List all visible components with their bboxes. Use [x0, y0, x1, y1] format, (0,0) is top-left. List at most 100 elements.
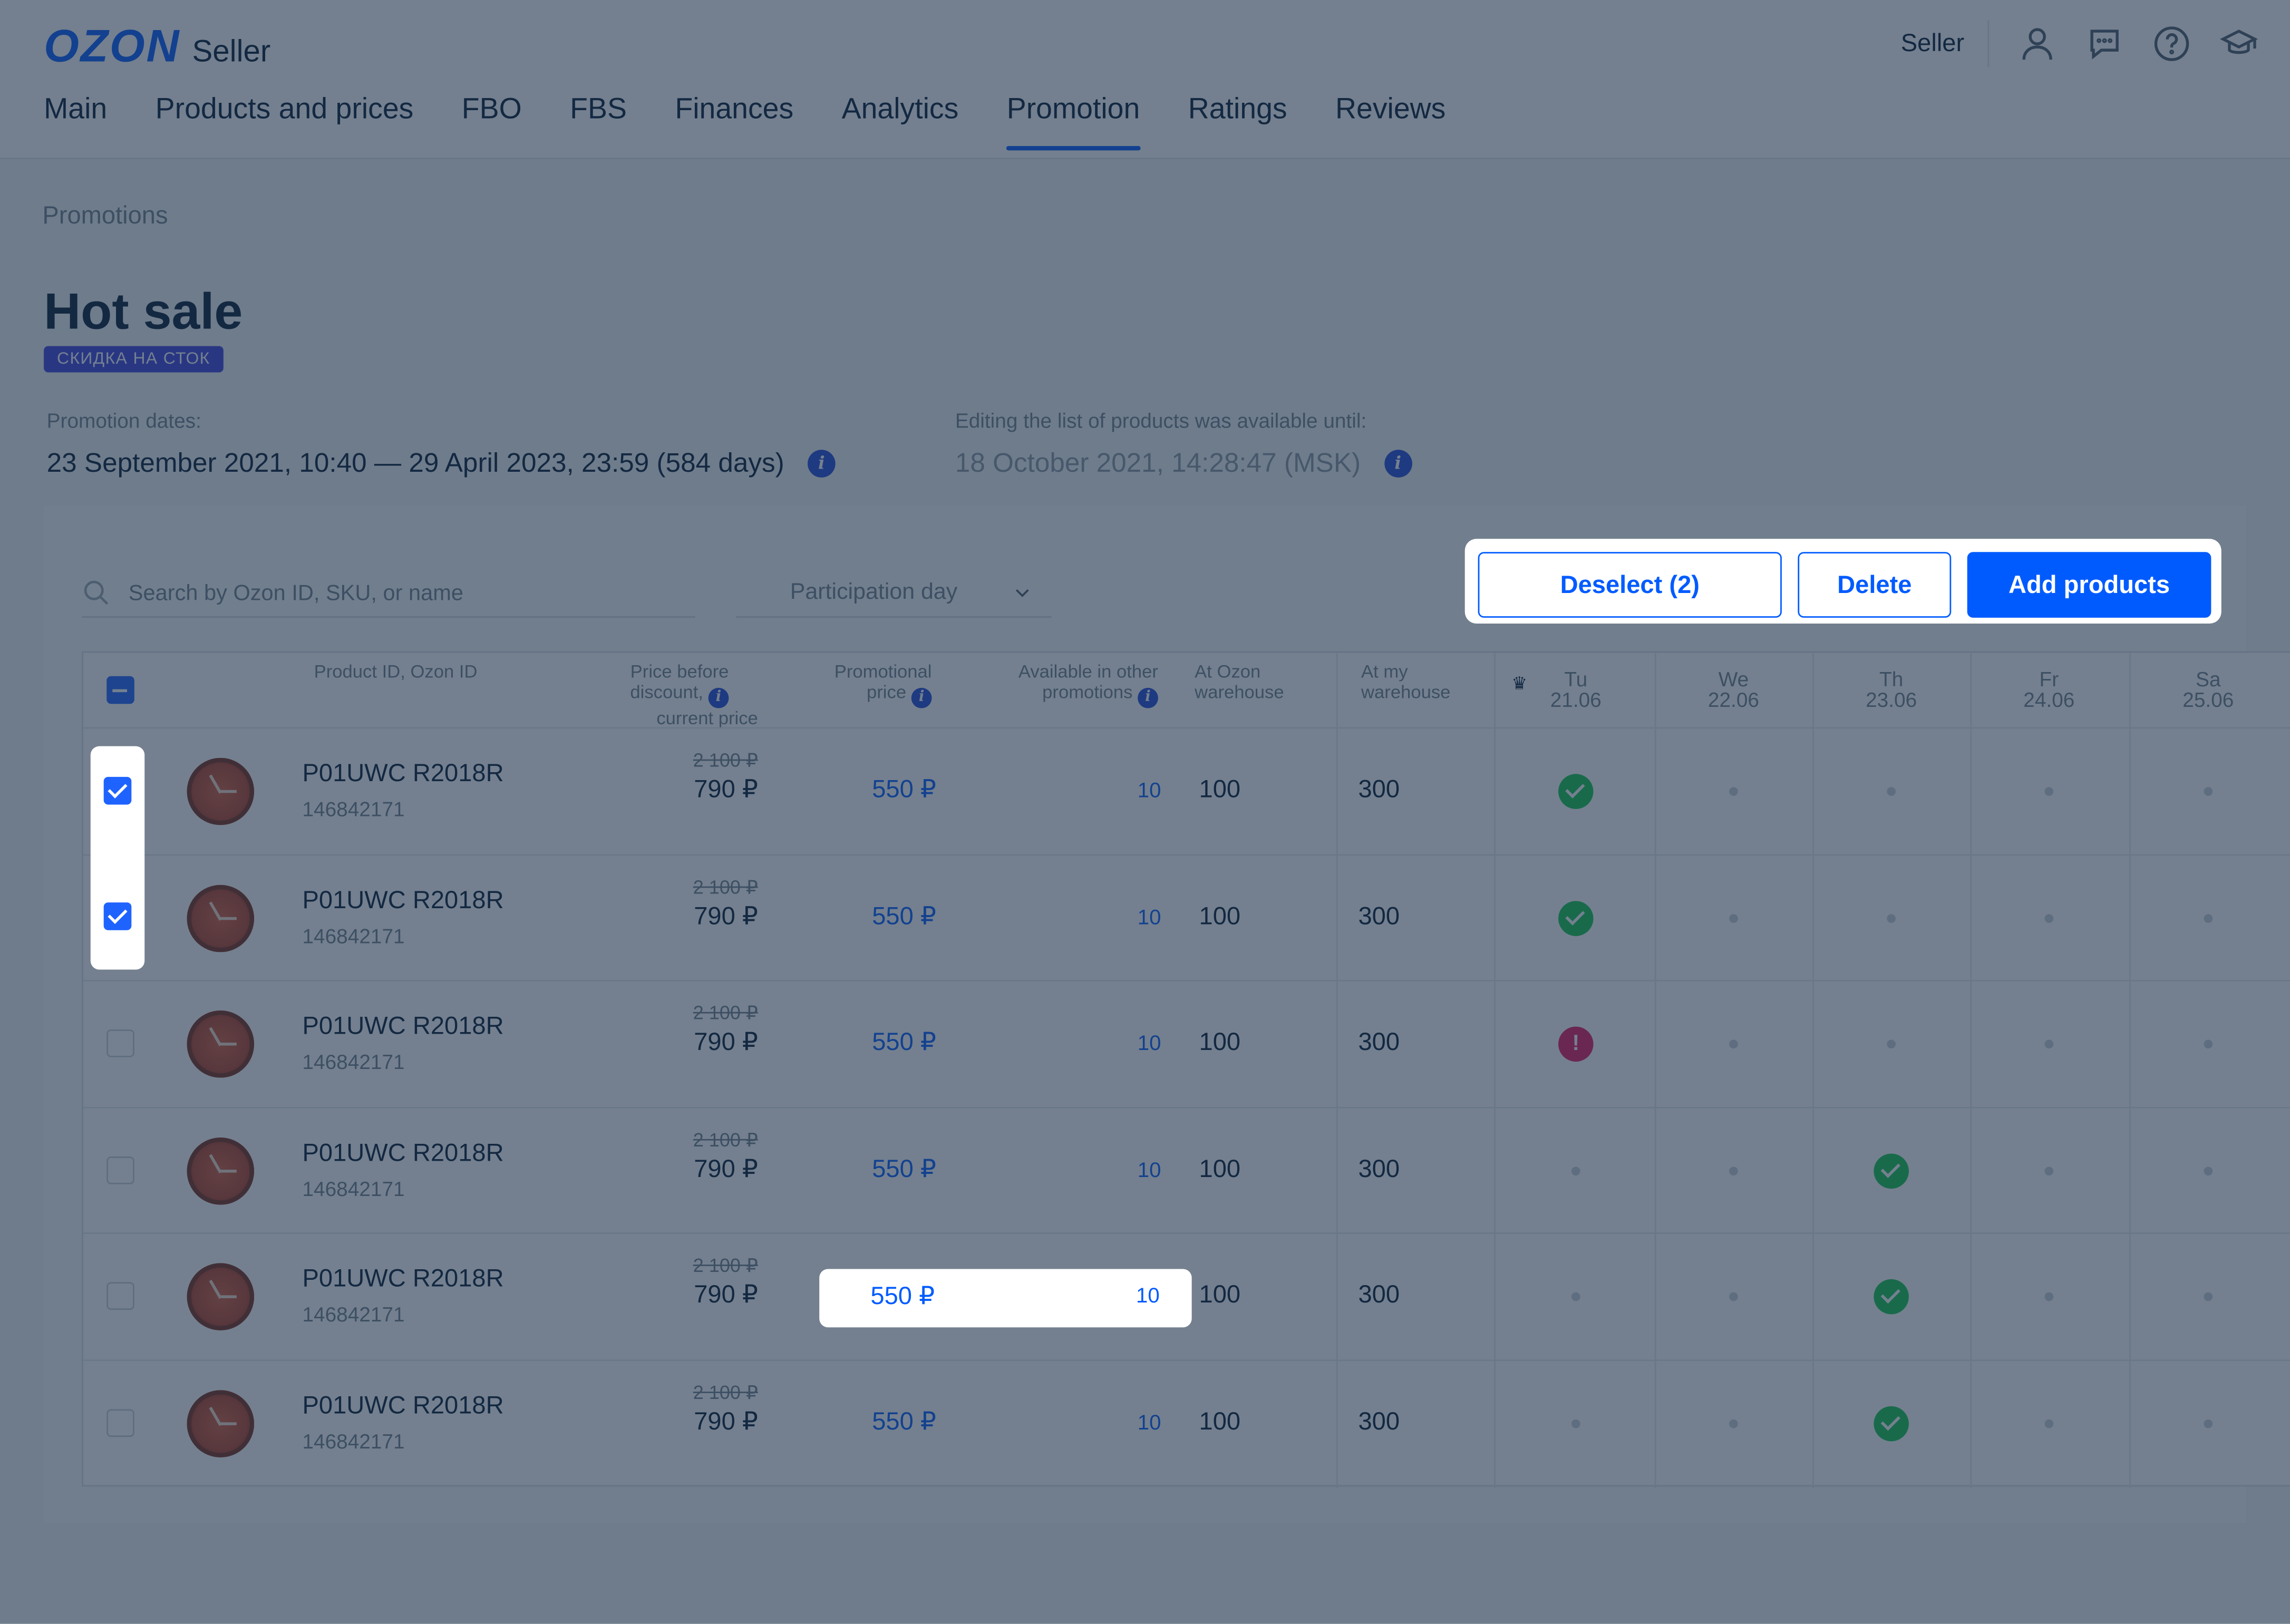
- promotional-price[interactable]: 550 ₽: [784, 775, 936, 804]
- check-circle-icon[interactable]: [1558, 900, 1594, 936]
- seller-account-name[interactable]: Seller: [1901, 20, 1990, 67]
- table-row[interactable]: P01UWC R2018R 146842171 2 100 ₽ 790 ₽ 550 ₽ 1…: [83, 727, 2290, 854]
- tab-promotion[interactable]: Promotion: [1006, 93, 1140, 151]
- row-checkbox[interactable]: [106, 1156, 134, 1184]
- table-row[interactable]: P01UWC R2018R 146842171 2 100 ₽ 790 ₽ 550 ₽ 1…: [83, 853, 2290, 981]
- education-icon[interactable]: [2220, 25, 2258, 63]
- empty-day-dot[interactable]: [1571, 1292, 1580, 1302]
- promotional-price[interactable]: 550 ₽: [784, 1028, 936, 1057]
- empty-day-dot[interactable]: [2044, 1166, 2054, 1175]
- product-name[interactable]: P01UWC R2018R: [302, 1392, 503, 1421]
- empty-day-dot[interactable]: [1571, 1166, 1580, 1175]
- deselect-button[interactable]: Deselect (2): [1478, 552, 1782, 618]
- empty-day-dot[interactable]: [2044, 787, 2054, 796]
- available-count[interactable]: 10: [959, 780, 1161, 803]
- check-circle-icon[interactable]: [1558, 774, 1594, 809]
- tab-products-and-prices[interactable]: Products and prices: [156, 93, 414, 148]
- empty-day-dot[interactable]: [2204, 913, 2213, 922]
- empty-day-dot[interactable]: [2044, 1292, 2054, 1302]
- available-count[interactable]: 10: [819, 1285, 1160, 1308]
- empty-day-dot[interactable]: [1887, 787, 1896, 796]
- tab-fbo[interactable]: FBO: [462, 93, 522, 148]
- empty-day-dot[interactable]: [1887, 913, 1896, 922]
- available-count[interactable]: 10: [959, 1033, 1161, 1056]
- header-price-before[interactable]: Price before discount, i current price: [580, 662, 758, 728]
- header-ozon-warehouse[interactable]: At Ozon warehouse: [1195, 662, 1284, 703]
- add-products-button[interactable]: Add products: [1967, 552, 2211, 618]
- promotional-price[interactable]: 550 ₽: [784, 1408, 936, 1437]
- tab-reviews[interactable]: Reviews: [1335, 93, 1445, 148]
- table-row[interactable]: P01UWC R2018R 146842171 2 100 ₽ 790 ₽ 550 ₽ 1…: [83, 980, 2290, 1107]
- product-name[interactable]: P01UWC R2018R: [302, 1012, 503, 1041]
- table-row[interactable]: P01UWC R2018R 146842171 2 100 ₽ 790 ₽ 550 ₽ 1…: [83, 1106, 2290, 1233]
- available-count[interactable]: 10: [959, 906, 1161, 929]
- check-circle-icon[interactable]: [1874, 1279, 1909, 1315]
- product-thumbnail[interactable]: [187, 884, 255, 952]
- empty-day-dot[interactable]: [2204, 1292, 2213, 1302]
- table-row[interactable]: P01UWC R2018R 146842171 2 100 ₽ 790 ₽ 550 ₽ 1…: [83, 1359, 2290, 1486]
- tab-finances[interactable]: Finances: [675, 93, 793, 148]
- empty-day-dot[interactable]: [1729, 1419, 1738, 1428]
- row-checkbox[interactable]: [106, 1029, 134, 1058]
- empty-day-dot[interactable]: [2204, 787, 2213, 796]
- participation-day-select[interactable]: Participation day: [736, 569, 1052, 618]
- info-icon[interactable]: i: [807, 449, 836, 477]
- empty-day-dot[interactable]: [1729, 1292, 1738, 1302]
- empty-day-dot[interactable]: [1729, 913, 1738, 922]
- delete-button[interactable]: Delete: [1798, 552, 1952, 618]
- empty-day-dot[interactable]: [2204, 1166, 2213, 1175]
- tab-ratings[interactable]: Ratings: [1188, 93, 1287, 148]
- available-count[interactable]: 10: [959, 1412, 1161, 1435]
- header-day[interactable]: We 22.06: [1690, 669, 1777, 710]
- help-icon[interactable]: [2153, 25, 2191, 63]
- empty-day-dot[interactable]: [2044, 1419, 2054, 1428]
- empty-day-dot[interactable]: [2204, 1040, 2213, 1049]
- header-available-other[interactable]: Available in other promotions i: [959, 662, 1158, 708]
- select-all-checkbox[interactable]: [106, 676, 134, 704]
- empty-day-dot[interactable]: [2204, 1419, 2213, 1428]
- header-product-id[interactable]: Product ID, Ozon ID: [314, 662, 478, 682]
- search-input[interactable]: [125, 579, 687, 607]
- promotional-price[interactable]: 550 ₽: [784, 902, 936, 931]
- user-icon[interactable]: [2019, 25, 2056, 63]
- empty-day-dot[interactable]: [2044, 913, 2054, 922]
- header-my-warehouse[interactable]: At my warehouse: [1361, 662, 1450, 703]
- tab-main[interactable]: Main: [44, 93, 107, 148]
- product-thumbnail[interactable]: [187, 1010, 255, 1078]
- product-name[interactable]: P01UWC R2018R: [302, 1139, 503, 1168]
- available-count[interactable]: 10: [959, 1159, 1161, 1182]
- info-icon[interactable]: i: [1138, 687, 1158, 708]
- row-checkbox[interactable]: [103, 902, 132, 930]
- product-thumbnail[interactable]: [187, 757, 255, 825]
- tab-analytics[interactable]: Analytics: [842, 93, 959, 148]
- breadcrumb[interactable]: Promotions: [42, 201, 168, 230]
- info-icon[interactable]: i: [708, 687, 729, 708]
- header-day[interactable]: ♛ Tu 21.06: [1511, 669, 1619, 710]
- header-day[interactable]: Th 23.06: [1848, 669, 1935, 710]
- product-thumbnail[interactable]: [187, 1390, 255, 1457]
- product-thumbnail[interactable]: [187, 1263, 255, 1331]
- check-circle-icon[interactable]: [1874, 1406, 1909, 1442]
- empty-day-dot[interactable]: [1887, 1040, 1896, 1049]
- header-day[interactable]: Fr 24.06: [2005, 669, 2093, 710]
- row-checkbox[interactable]: [106, 1282, 134, 1311]
- row-checkbox[interactable]: [103, 776, 132, 805]
- tab-fbs[interactable]: FBS: [570, 93, 627, 148]
- header-day[interactable]: Sa 25.06: [2165, 669, 2252, 710]
- check-circle-icon[interactable]: [1874, 1153, 1909, 1189]
- warning-icon[interactable]: !: [1558, 1027, 1594, 1062]
- info-icon[interactable]: i: [911, 687, 932, 708]
- empty-day-dot[interactable]: [1729, 1166, 1738, 1175]
- empty-day-dot[interactable]: [1571, 1419, 1580, 1428]
- chat-icon[interactable]: [2085, 25, 2123, 63]
- row-checkbox[interactable]: [106, 1409, 134, 1437]
- promotional-price[interactable]: 550 ₽: [784, 1155, 936, 1184]
- header-promotional-price[interactable]: Promotional price i: [784, 662, 932, 708]
- product-name[interactable]: P01UWC R2018R: [302, 886, 503, 915]
- empty-day-dot[interactable]: [1729, 787, 1738, 796]
- info-icon[interactable]: i: [1384, 449, 1412, 477]
- product-name[interactable]: P01UWC R2018R: [302, 760, 503, 789]
- product-thumbnail[interactable]: [187, 1137, 255, 1205]
- empty-day-dot[interactable]: [2044, 1040, 2054, 1049]
- brand-logo[interactable]: OZON Seller: [44, 21, 270, 73]
